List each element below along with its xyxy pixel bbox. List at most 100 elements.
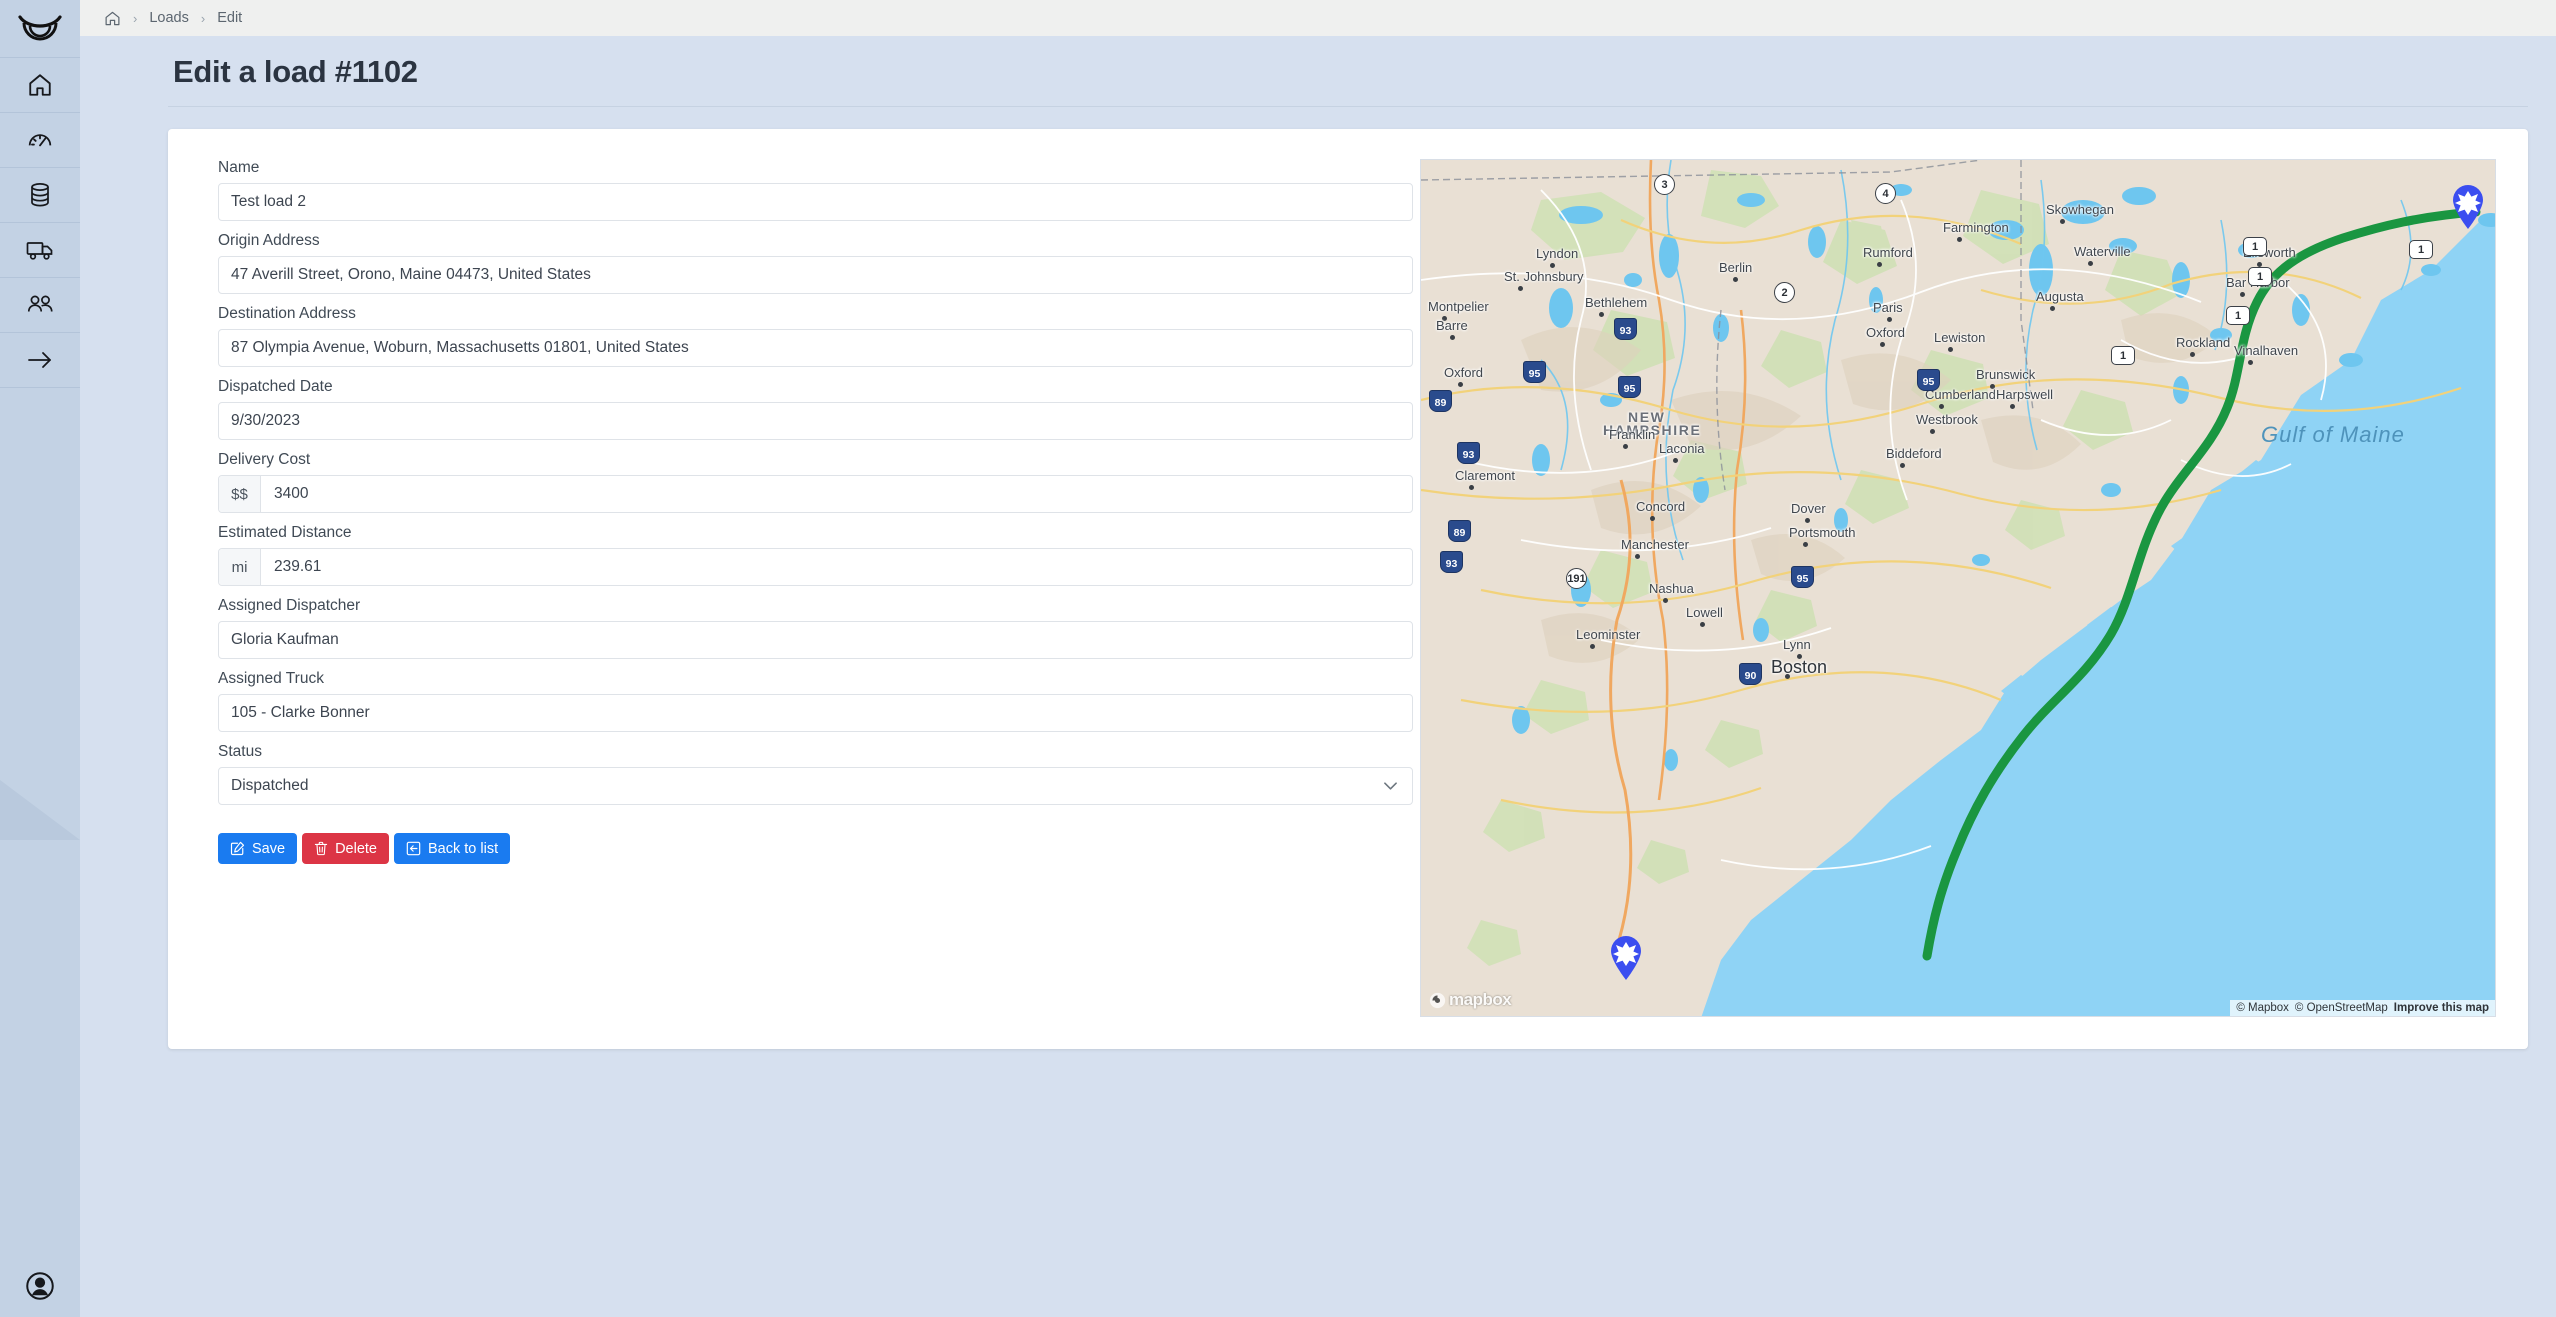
edit-load-form: Name Test load 2 Origin Address 47 Averi…	[194, 153, 1413, 1025]
map-highway-shield: 1	[2243, 237, 2267, 256]
label-destination-address: Destination Address	[218, 305, 356, 322]
app-root: › Loads › Edit Edit a load #1102 Name Te…	[0, 0, 2556, 1317]
sidebar-item-loads[interactable]	[0, 223, 80, 278]
sidebar-item-logout[interactable]	[0, 333, 80, 388]
speedometer-icon	[28, 134, 52, 147]
form-actions: Save Delete Back to list	[218, 833, 1394, 864]
map-highway-shield: 191	[1566, 568, 1587, 589]
trash-icon	[314, 841, 328, 856]
app-logo[interactable]	[0, 0, 80, 58]
map-city-dot	[1930, 429, 1935, 434]
destination-address-input[interactable]: 87 Olympia Avenue, Woburn, Massachusetts…	[218, 329, 1413, 367]
avatar[interactable]	[0, 1255, 80, 1317]
label-estimated-distance: Estimated Distance	[218, 524, 352, 541]
save-button[interactable]: Save	[218, 833, 298, 864]
home-icon	[105, 11, 120, 25]
map-city-dot	[1785, 674, 1790, 679]
estimated-distance-addon: mi	[219, 549, 261, 585]
back-to-list-button-label: Back to list	[427, 840, 499, 857]
map-city-dot	[2248, 360, 2253, 365]
save-button-label: Save	[252, 840, 286, 857]
breadcrumb-bar: › Loads › Edit	[80, 0, 2556, 36]
field-delivery-cost: Delivery Cost $$ 3400	[218, 451, 1413, 513]
attribution-mapbox[interactable]: © Mapbox	[2236, 1002, 2289, 1014]
mapbox-logo[interactable]: mapbox	[1429, 990, 1512, 1010]
map-city-dot	[1458, 382, 1463, 387]
status-select[interactable]: Dispatched	[218, 767, 1413, 805]
main-area: › Loads › Edit Edit a load #1102 Name Te…	[80, 0, 2556, 1317]
map-highway-shield: 1	[2111, 346, 2135, 365]
sidebar-item-dashboard[interactable]	[0, 113, 80, 168]
sidebar-item-data[interactable]	[0, 168, 80, 223]
field-origin-address: Origin Address 47 Averill Street, Orono,…	[218, 232, 1413, 294]
estimated-distance-input[interactable]: mi 239.61	[218, 548, 1413, 586]
breadcrumb-separator: ›	[200, 10, 206, 26]
content-area: Name Test load 2 Origin Address 47 Averi…	[80, 107, 2556, 1317]
map-city-dot	[1590, 644, 1595, 649]
map-city-dot	[1990, 384, 1995, 389]
sidebar-item-users[interactable]	[0, 278, 80, 333]
field-assigned-dispatcher: Assigned Dispatcher Gloria Kaufman	[218, 597, 1413, 659]
attribution-osm[interactable]: © OpenStreetMap	[2295, 1002, 2388, 1014]
page-header: Edit a load #1102	[80, 36, 2556, 106]
map-highway-shield: 90	[1739, 663, 1762, 685]
truck-icon	[26, 242, 53, 260]
label-name: Name	[218, 159, 260, 176]
delivery-cost-addon: $$	[219, 476, 261, 512]
label-status: Status	[218, 743, 262, 760]
destination-pin[interactable]	[1609, 935, 1643, 981]
status-value: Dispatched	[231, 777, 309, 794]
map-city-dot	[1733, 277, 1738, 282]
assigned-dispatcher-input[interactable]: Gloria Kaufman	[218, 621, 1413, 659]
map-city-dot	[1673, 458, 1678, 463]
map-highway-shield: 93	[1457, 442, 1480, 464]
map-highway-shield: 93	[1614, 318, 1637, 340]
star-pin-icon	[2453, 185, 2483, 229]
origin-address-value: 47 Averill Street, Orono, Maine 04473, U…	[231, 266, 591, 283]
home-icon	[29, 74, 51, 96]
label-dispatched-date: Dispatched Date	[218, 378, 333, 395]
map-city-dot	[1803, 542, 1808, 547]
map-city-dot	[1599, 312, 1604, 317]
assigned-truck-value: 105 - Clarke Bonner	[231, 704, 370, 721]
map-city-dot	[2190, 352, 2195, 357]
map-city-dot	[2060, 219, 2065, 224]
map-city-dot	[1442, 316, 1447, 321]
back-to-list-button[interactable]: Back to list	[393, 833, 511, 864]
origin-pin[interactable]	[2451, 184, 2485, 230]
map-city-dot	[2088, 261, 2093, 266]
improve-this-map-link[interactable]: Improve this map	[2394, 1002, 2489, 1014]
pencil-square-icon	[230, 841, 245, 856]
map-highway-shield: 2	[1774, 282, 1795, 303]
label-assigned-truck: Assigned Truck	[218, 670, 324, 687]
sidebar-decoration	[0, 780, 80, 840]
map-city-dot	[1805, 518, 1810, 523]
breadcrumb-home[interactable]	[104, 10, 121, 27]
sidebar-item-home[interactable]	[0, 58, 80, 113]
route-map[interactable]: Skowhegan Farmington Waterville Ellsworth Ru…	[1420, 159, 2496, 1017]
map-city-dot	[1948, 347, 1953, 352]
delivery-cost-value: 3400	[274, 485, 309, 502]
map-city-dot	[2050, 306, 2055, 311]
map-highway-shield: 95	[1618, 376, 1641, 398]
dispatched-date-value: 9/30/2023	[231, 412, 300, 429]
dispatched-date-input[interactable]: 9/30/2023	[218, 402, 1413, 440]
delivery-cost-input[interactable]: $$ 3400	[218, 475, 1413, 513]
sidebar	[0, 0, 80, 1317]
logo-icon	[18, 14, 62, 40]
map-highway-shield: 1	[2226, 306, 2250, 325]
name-input-value: Test load 2	[231, 193, 306, 210]
map-city-dot	[1877, 262, 1882, 267]
name-input[interactable]: Test load 2	[218, 183, 1413, 221]
map-city-dot	[1635, 554, 1640, 559]
map-highway-shield: 1	[2409, 240, 2433, 259]
breadcrumb-item-loads[interactable]: Loads	[149, 10, 189, 26]
star-pin-icon	[1611, 936, 1641, 980]
arrow-right-icon	[28, 352, 51, 368]
map-highway-shield: 89	[1429, 390, 1452, 412]
map-city-dot	[1957, 237, 1962, 242]
assigned-truck-input[interactable]: 105 - Clarke Bonner	[218, 694, 1413, 732]
map-city-dot	[1887, 317, 1892, 322]
origin-address-input[interactable]: 47 Averill Street, Orono, Maine 04473, U…	[218, 256, 1413, 294]
delete-button[interactable]: Delete	[302, 833, 389, 864]
